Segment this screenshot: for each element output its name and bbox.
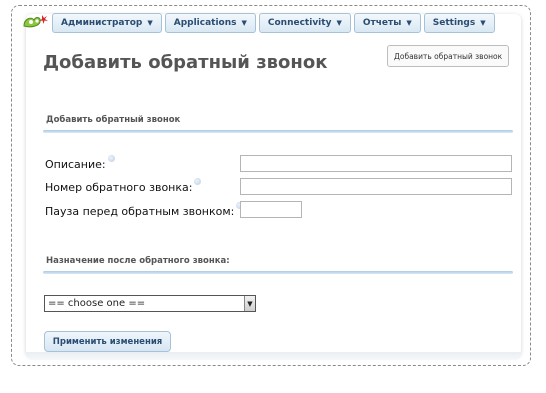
help-icon[interactable]: [107, 155, 115, 162]
menu-label: Администратор: [61, 18, 143, 28]
chevron-down-icon: ▼: [406, 19, 412, 27]
menu-administrator[interactable]: Администратор ▼: [52, 13, 162, 33]
select-value: == choose one ==: [48, 298, 146, 309]
chevron-down-icon: ▼: [336, 19, 342, 27]
field-label-text: Номер обратного звонка:: [45, 181, 193, 194]
menu-settings[interactable]: Settings ▼: [423, 13, 495, 33]
menu-label: Settings: [432, 18, 476, 28]
menu-label: Applications: [173, 18, 237, 28]
description-input[interactable]: [240, 155, 512, 172]
field-label-text: Описание:: [45, 158, 106, 171]
callback-number-label: Номер обратного звонка:: [45, 178, 202, 194]
section-divider: [43, 130, 513, 133]
help-icon[interactable]: [194, 178, 202, 185]
chevron-down-icon: ▼: [241, 19, 247, 27]
chevron-down-icon: ▼: [147, 19, 153, 27]
page-title: Добавить обратный звонок: [43, 52, 328, 73]
callback-pause-label: Пауза перед обратным звонком:: [45, 202, 244, 218]
add-callback-button[interactable]: Добавить обратный звонок: [387, 45, 510, 67]
menu-reports[interactable]: Отчеты ▼: [353, 13, 421, 33]
menu-applications[interactable]: Applications ▼: [164, 13, 256, 33]
menu-connectivity[interactable]: Connectivity ▼: [258, 13, 351, 33]
section-divider: [43, 271, 513, 274]
callback-pause-input[interactable]: [240, 201, 302, 218]
menu-label: Connectivity: [267, 18, 332, 28]
description-label: Описание:: [45, 155, 115, 171]
section-title-destination: Назначение после обратного звонка:: [46, 256, 230, 266]
field-label-text: Пауза перед обратным звонком:: [45, 205, 235, 218]
destination-select[interactable]: == choose one == ▼: [44, 295, 256, 312]
chevron-down-icon[interactable]: ▼: [244, 296, 255, 311]
menu-label: Отчеты: [362, 18, 402, 28]
panel-footer-shade: [26, 352, 521, 360]
top-menu-bar: Администратор ▼ Applications ▼ Connectiv…: [52, 13, 495, 33]
callback-number-input[interactable]: [240, 178, 512, 195]
section-title-add-callback: Добавить обратный звонок: [46, 115, 181, 125]
chevron-down-icon: ▼: [480, 19, 486, 27]
freepbx-logo-icon[interactable]: [21, 13, 49, 31]
apply-changes-button[interactable]: Применить изменения: [44, 331, 171, 352]
